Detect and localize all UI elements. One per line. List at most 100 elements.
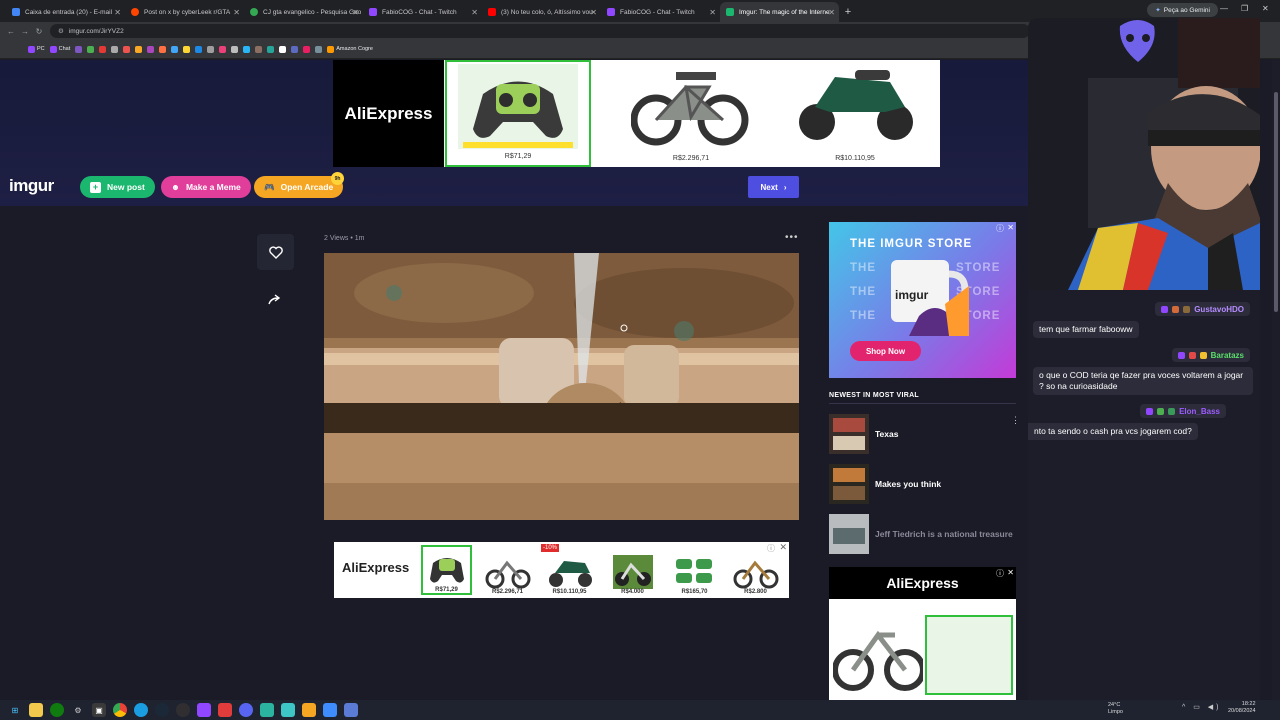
app-icon[interactable]: [344, 703, 358, 717]
weather-widget[interactable]: 24°C Limpo: [1108, 702, 1123, 716]
shop-now-button[interactable]: Shop Now: [850, 341, 921, 361]
bookmark-icon[interactable]: [75, 45, 83, 53]
browser-tab-imgur[interactable]: Imgur: The magic of the Interne ✕: [720, 2, 839, 22]
close-tab-icon[interactable]: ✕: [471, 8, 478, 17]
bookmark-chat[interactable]: Chat: [49, 45, 70, 53]
ad-product-trike[interactable]: R$10.110,95: [782, 60, 928, 167]
bookmark-icon[interactable]: [123, 45, 131, 53]
xbox-icon[interactable]: [50, 703, 64, 717]
bookmark-icon[interactable]: [87, 45, 95, 53]
gemini-button[interactable]: ✦ Peça ao Gemini: [1147, 3, 1218, 17]
browser-tab-twitch-1[interactable]: FabioCOG - Chat - Twitch ✕: [363, 2, 482, 22]
bookmark-pc[interactable]: PC: [28, 45, 45, 53]
post-image[interactable]: [324, 253, 799, 520]
browser-tab-email[interactable]: Caixa de entrada (20) - E-mail ✕: [6, 2, 125, 22]
settings-icon[interactable]: ⚙: [71, 703, 85, 717]
top-ad-banner[interactable]: AliExpress R$71,29 R$2.296,71 R$10.110,9…: [333, 60, 940, 167]
obs-icon[interactable]: [176, 703, 190, 717]
browser-tab-google[interactable]: CJ gta evangelico - Pesquisa Goo ✕: [244, 2, 363, 22]
next-post-button[interactable]: Next ›: [748, 176, 799, 198]
bookmark-icon[interactable]: [267, 45, 275, 53]
browser-tab-twitch-2[interactable]: FabioCOG - Chat - Twitch ✕: [601, 2, 720, 22]
ad-info-icon[interactable]: ⓘ: [996, 223, 1004, 234]
close-tab-icon[interactable]: ✕: [352, 8, 359, 17]
newest-item[interactable]: Jeff Tiedrich is a national treasure: [829, 514, 1019, 554]
bookmark-icon[interactable]: [243, 45, 251, 53]
imgur-store-ad[interactable]: THE IMGUR STORE THE STORE THE STORE THE …: [829, 222, 1016, 378]
twitch-icon[interactable]: [197, 703, 211, 717]
close-tab-icon[interactable]: ✕: [709, 8, 716, 17]
bookmark-icon[interactable]: [315, 45, 323, 53]
bookmark-icon[interactable]: [135, 45, 143, 53]
maximize-icon[interactable]: ❐: [1241, 4, 1248, 13]
close-window-icon[interactable]: ✕: [1262, 4, 1269, 13]
ad-product-controller-shell[interactable]: R$71,29: [445, 60, 591, 167]
app-icon[interactable]: [323, 703, 337, 717]
ad-product[interactable]: R$71,29: [421, 545, 472, 595]
app-icon[interactable]: [281, 703, 295, 717]
chrome-icon[interactable]: [113, 703, 127, 717]
back-icon[interactable]: ←: [4, 27, 18, 36]
bookmark-amazon[interactable]: Amazon Cogre: [327, 45, 373, 53]
site-info-icon[interactable]: ⚙: [58, 27, 64, 35]
url-input[interactable]: ⚙ imgur.com/JirYVZ2: [50, 24, 1030, 38]
ad-info-icon[interactable]: ⓘ: [767, 543, 775, 554]
share-button[interactable]: [262, 290, 288, 310]
bookmark-icon[interactable]: [255, 45, 263, 53]
app-icon[interactable]: [302, 703, 316, 717]
close-tab-icon[interactable]: ✕: [828, 8, 835, 17]
edge-icon[interactable]: [134, 703, 148, 717]
taskbar-clock[interactable]: 18:22 20/08/2024: [1228, 701, 1256, 715]
windows-start-icon[interactable]: ⊞: [8, 703, 22, 717]
bookmark-icon[interactable]: [207, 45, 215, 53]
scrollbar-thumb[interactable]: [1274, 92, 1278, 312]
ad-product[interactable]: R$165,70: [669, 545, 720, 595]
ad-product[interactable]: R$4.000: [607, 545, 658, 595]
ad-close-icon[interactable]: ✕: [1007, 223, 1014, 232]
close-tab-icon[interactable]: ✕: [233, 8, 240, 17]
controller-shell-tile[interactable]: [925, 615, 1013, 695]
file-explorer-icon[interactable]: [29, 703, 43, 717]
newest-item[interactable]: Makes you think: [829, 464, 1019, 504]
newest-item[interactable]: Texas: [829, 414, 1019, 454]
bookmark-icon[interactable]: [219, 45, 227, 53]
favorite-button[interactable]: [257, 234, 294, 270]
bookmark-icon[interactable]: [147, 45, 155, 53]
app-icon[interactable]: [260, 703, 274, 717]
bookmark-icon[interactable]: [159, 45, 167, 53]
ad-product[interactable]: R$2.296,71: [482, 545, 533, 595]
bookmark-icon[interactable]: [231, 45, 239, 53]
minimize-icon[interactable]: —: [1220, 4, 1228, 13]
steam-icon[interactable]: [155, 703, 169, 717]
bookmark-icon[interactable]: [183, 45, 191, 53]
ad-close-icon[interactable]: ✕: [1007, 568, 1014, 577]
ad-close-icon[interactable]: ✕: [779, 542, 787, 553]
bookmark-icon[interactable]: [171, 45, 179, 53]
close-tab-icon[interactable]: ✕: [590, 8, 597, 17]
bottom-ad-banner[interactable]: AliExpress R$71,29 R$2.296,71 R$10.110,9…: [334, 542, 789, 598]
browser-tab-youtube[interactable]: (3) No teu colo, ó, Altíssimo vou ✕: [482, 2, 601, 22]
make-meme-button[interactable]: ☻ Make a Meme: [161, 176, 251, 198]
ad-info-icon[interactable]: ⓘ: [996, 568, 1004, 579]
ad-product[interactable]: R$10.110,95: [544, 545, 595, 595]
side-ad-banner[interactable]: AliExpress ⓘ ✕: [829, 567, 1016, 700]
new-tab-button[interactable]: +: [839, 2, 857, 22]
browser-tab-reddit[interactable]: Post on x by cyberLeek r/GTA ✕: [125, 2, 244, 22]
new-post-button[interactable]: + New post: [80, 176, 155, 198]
post-menu-icon[interactable]: •••: [785, 232, 799, 243]
bookmark-icon[interactable]: [291, 45, 299, 53]
reload-icon[interactable]: ↻: [32, 27, 46, 36]
imgur-logo[interactable]: imgur: [9, 176, 54, 196]
forward-icon[interactable]: →: [18, 27, 32, 36]
bookmark-icon[interactable]: [279, 45, 287, 53]
bookmark-icon[interactable]: [303, 45, 311, 53]
bookmark-icon[interactable]: [111, 45, 119, 53]
bookmark-icon[interactable]: [195, 45, 203, 53]
close-tab-icon[interactable]: ✕: [114, 8, 121, 17]
discord-icon[interactable]: [239, 703, 253, 717]
ad-product-ebike[interactable]: R$2.296,71: [618, 60, 764, 167]
store-icon[interactable]: ▣: [92, 703, 106, 717]
bookmark-icon[interactable]: [99, 45, 107, 53]
system-tray[interactable]: ^ ▭ ◀): [1182, 703, 1222, 711]
app-icon[interactable]: [218, 703, 232, 717]
